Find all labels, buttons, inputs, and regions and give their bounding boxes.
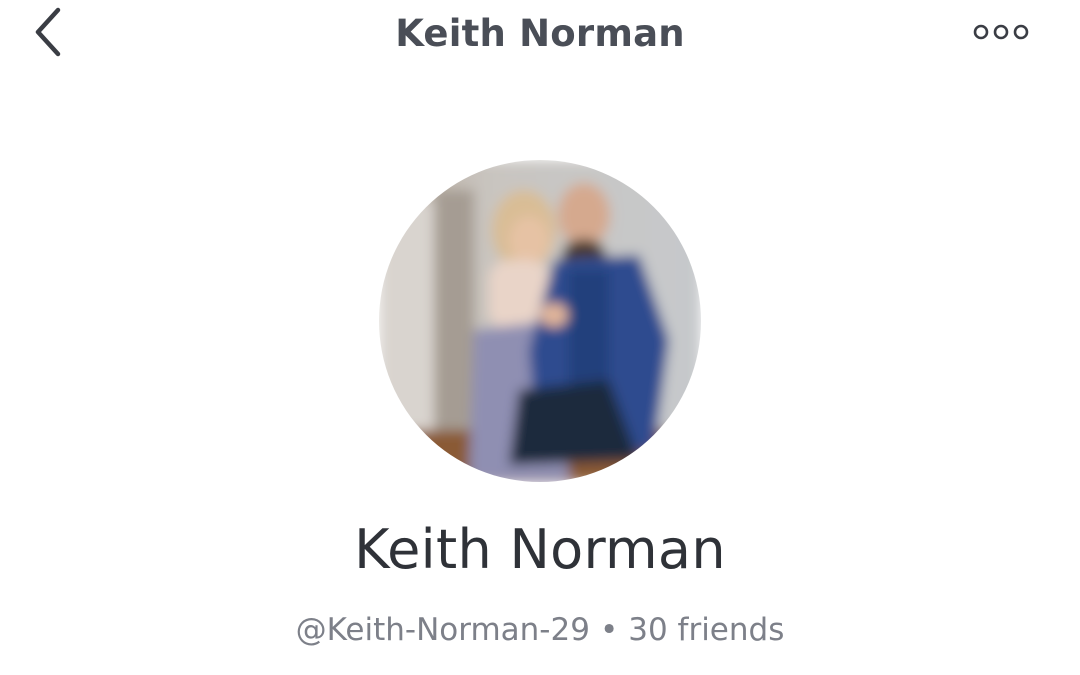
friends-count-link[interactable]: 30 friends xyxy=(628,612,784,648)
meta-separator: • xyxy=(599,612,619,648)
avatar-photo xyxy=(379,160,701,482)
profile-meta: @Keith-Norman-29 • 30 friends xyxy=(0,612,1080,648)
header-title: Keith Norman xyxy=(395,12,685,55)
profile-screen: Keith Norman Keith Norman @Keith-Norman-… xyxy=(0,0,1080,675)
profile-avatar[interactable] xyxy=(379,160,701,482)
more-horizontal-icon xyxy=(971,21,1031,47)
profile-display-name: Keith Norman xyxy=(354,518,726,581)
profile-username: @Keith-Norman-29 xyxy=(295,612,590,648)
more-options-button[interactable] xyxy=(966,14,1036,54)
